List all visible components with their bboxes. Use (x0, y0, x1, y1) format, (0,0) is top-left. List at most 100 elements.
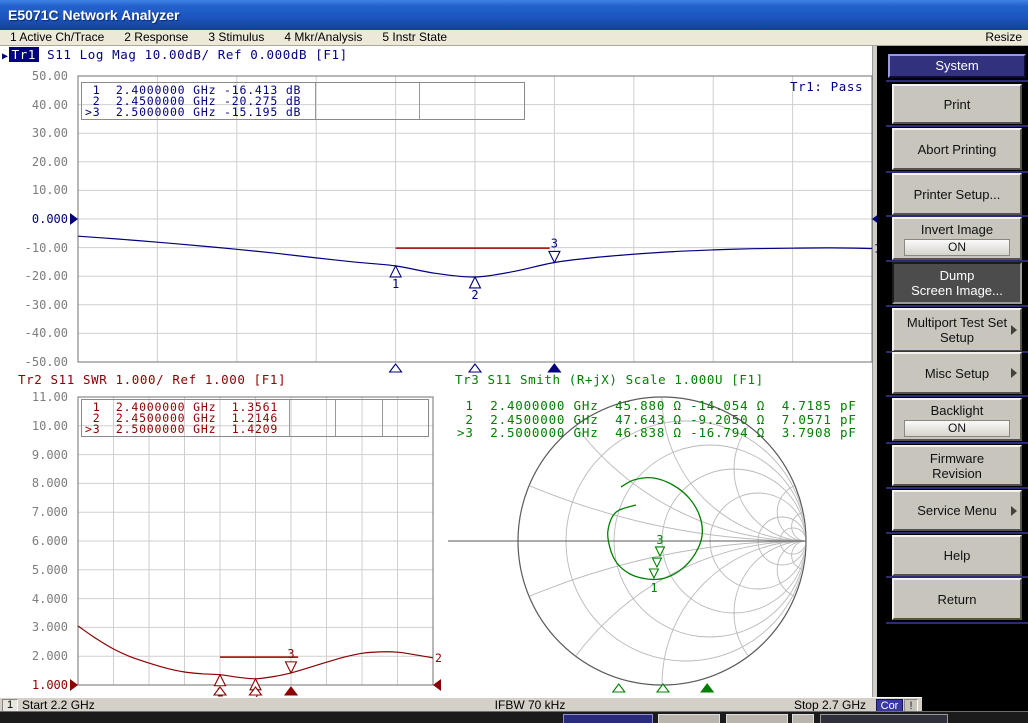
tr1-marker-table-divider-0 (315, 83, 316, 119)
menu-item-mkr-analysis[interactable]: 4 Mkr/Analysis (274, 30, 372, 45)
tr2-marker-table-row-2: >3 2.5000000 GHz 1.4209 (85, 424, 278, 435)
softkey-dump-screen-image[interactable]: Dump Screen Image... (892, 262, 1022, 304)
tr1-marker-1[interactable] (390, 266, 401, 277)
softkey-separator-5 (886, 305, 1028, 307)
taskbar-segment-5[interactable] (820, 714, 948, 723)
softkey-separator-0 (886, 80, 1028, 82)
menu-bar: 1 Active Ch/Trace2 Response3 Stimulus4 M… (0, 30, 1028, 46)
tr1-stimulus-marker-2[interactable] (469, 364, 481, 372)
softkey-label: Service Menu (917, 503, 996, 518)
menu-item-stimulus[interactable]: 3 Stimulus (198, 30, 274, 45)
tr3-marker-row-0: 1 2.4000000 GHz 45.880 Ω -14.054 Ω 4.718… (457, 399, 857, 412)
tr2-marker-3[interactable] (286, 662, 297, 673)
trace1-header: ▶Tr1 S11 Log Mag 10.00dB/ Ref 0.000dB [F… (2, 48, 348, 64)
submenu-arrow-icon (1011, 506, 1017, 516)
tr2-marker-3-label: 3 (287, 647, 294, 661)
taskbar-segment-1[interactable] (563, 714, 653, 723)
softkey-misc-setup[interactable]: Misc Setup (892, 352, 1022, 394)
trace1-badge[interactable]: Tr1 (9, 47, 39, 62)
tr2-marker-1[interactable] (215, 675, 226, 686)
tr1-y-axis-label: -40.00 (12, 326, 68, 340)
tr2-ref-level-icon-left (70, 679, 78, 691)
tr3-marker-1[interactable] (649, 569, 658, 578)
tr3-marker-3-label: 3 (656, 533, 663, 547)
softkey-menu: System Print Abort Printing Printer Setup.… (877, 45, 1028, 723)
tr2-trace-number-label: 2 (435, 651, 442, 665)
tr3-stimulus-marker-3[interactable] (701, 684, 713, 692)
trace1-settings: S11 Log Mag 10.00dB/ Ref 0.000dB [F1] (39, 47, 348, 62)
submenu-arrow-icon (1011, 325, 1017, 335)
tr2-y-axis-label: 7.000 (12, 505, 68, 519)
softkey-separator-8 (886, 442, 1028, 444)
softkey-multiport-test-set-setup[interactable]: Multiport Test Set Setup (892, 308, 1022, 352)
tr3-marker-row-2: >3 2.5000000 GHz 46.838 Ω -16.794 Ω 3.79… (457, 426, 857, 439)
plots-canvas: 1212312331 (0, 45, 877, 697)
tr3-marker-2[interactable] (652, 558, 661, 567)
tr3-marker-row-1: 2 2.4500000 GHz 47.643 Ω -9.2050 Ω 7.057… (457, 413, 857, 426)
softkey-return[interactable]: Return (892, 578, 1022, 620)
softkey-invert-image[interactable]: Invert ImageON (892, 217, 1022, 260)
softkey-label: Misc Setup (925, 366, 989, 381)
tr3-marker-1-label: 1 (650, 581, 657, 595)
taskbar-segment-2[interactable] (658, 714, 720, 723)
taskbar-segment-3[interactable] (726, 714, 788, 723)
tr1-marker-3[interactable] (549, 251, 560, 262)
tr1-y-axis-label: -30.00 (12, 298, 68, 312)
tr2-ref-level-icon-right (433, 679, 441, 691)
tr2-y-axis-label: 8.000 (12, 476, 68, 490)
softkey-label: Multiport Test Set Setup (907, 315, 1007, 345)
softkey-separator-1 (886, 125, 1028, 127)
trace3-header[interactable]: Tr3 S11 Smith (R+jX) Scale 1.000U [F1] (455, 373, 764, 387)
tr2-stimulus-marker-3[interactable] (285, 687, 297, 695)
softkey-backlight[interactable]: BacklightON (892, 398, 1022, 441)
tr1-y-axis-label: -10.00 (12, 241, 68, 255)
tr1-marker-1-label: 1 (392, 277, 399, 291)
tr2-y-axis-label: 3.000 (12, 620, 68, 634)
menu-item-instr-state[interactable]: 5 Instr State (372, 30, 457, 45)
softkey-firmware-revision[interactable]: Firmware Revision (892, 445, 1022, 486)
softkey-printer-setup[interactable]: Printer Setup... (892, 173, 1022, 215)
softkey-abort-printing[interactable]: Abort Printing (892, 128, 1022, 170)
tr2-y-axis-label: 2.000 (12, 649, 68, 663)
tr1-marker-3-label: 3 (551, 236, 558, 250)
tr3-stimulus-marker-1[interactable] (613, 684, 625, 692)
tr1-stimulus-marker-1[interactable] (390, 364, 402, 372)
resize-button[interactable]: Resize (985, 30, 1022, 45)
tr2-marker-table-divider-0 (289, 400, 290, 436)
smith-grid (86, 45, 877, 697)
active-trace-arrow-icon: ▶ (2, 51, 9, 62)
softkey-help[interactable]: Help (892, 535, 1022, 576)
tr1-y-axis-label: 30.00 (12, 126, 68, 140)
tr1-marker-table: 1 2.4000000 GHz -16.413 dB 2 2.4500000 G… (81, 82, 525, 120)
tr1-y-axis-label: -20.00 (12, 269, 68, 283)
tr1-y-axis-label: 20.00 (12, 155, 68, 169)
bottom-taskbar (0, 711, 1028, 723)
tr1-y-axis-label: 0.000 (12, 212, 68, 226)
taskbar-segment-4[interactable] (792, 714, 814, 723)
tr1-marker-2-label: 2 (471, 288, 478, 302)
toggle-state-box: ON (904, 420, 1010, 437)
tr2-marker-table-divider-1 (335, 400, 336, 436)
softkey-label: Printer Setup... (914, 187, 1001, 202)
tr2-marker-table-divider-2 (382, 400, 383, 436)
menu-item-active-ch-trace[interactable]: 1 Active Ch/Trace (0, 30, 114, 45)
softkey-label: Abort Printing (918, 142, 997, 157)
softkey-print[interactable]: Print (892, 84, 1022, 124)
softkey-menu-title[interactable]: System (888, 54, 1026, 78)
display-area: 1212312331 ▶Tr1 S11 Log Mag 10.00dB/ Ref… (0, 45, 877, 697)
tr1-stimulus-marker-3[interactable] (548, 364, 560, 372)
tr2-y-axis-label: 10.00 (12, 419, 68, 433)
tr1-marker-table-row-2: >3 2.5000000 GHz -15.195 dB (85, 107, 301, 118)
tr2-y-axis-label: 6.000 (12, 534, 68, 548)
tr2-y-axis-label: 4.000 (12, 592, 68, 606)
softkey-label: Firmware Revision (930, 451, 984, 481)
trace2-header[interactable]: Tr2 S11 SWR 1.000/ Ref 1.000 [F1] (18, 373, 286, 387)
softkey-separator-10 (886, 532, 1028, 534)
tr2-y-axis-label: 5.000 (12, 563, 68, 577)
tr1-ref-level-icon-left (70, 213, 78, 225)
menu-item-response[interactable]: 2 Response (114, 30, 198, 45)
softkey-service-menu[interactable]: Service Menu (892, 490, 1022, 531)
tr1-marker-2[interactable] (470, 277, 481, 288)
softkey-label: Print (944, 97, 971, 112)
softkey-separator-7 (886, 395, 1028, 397)
